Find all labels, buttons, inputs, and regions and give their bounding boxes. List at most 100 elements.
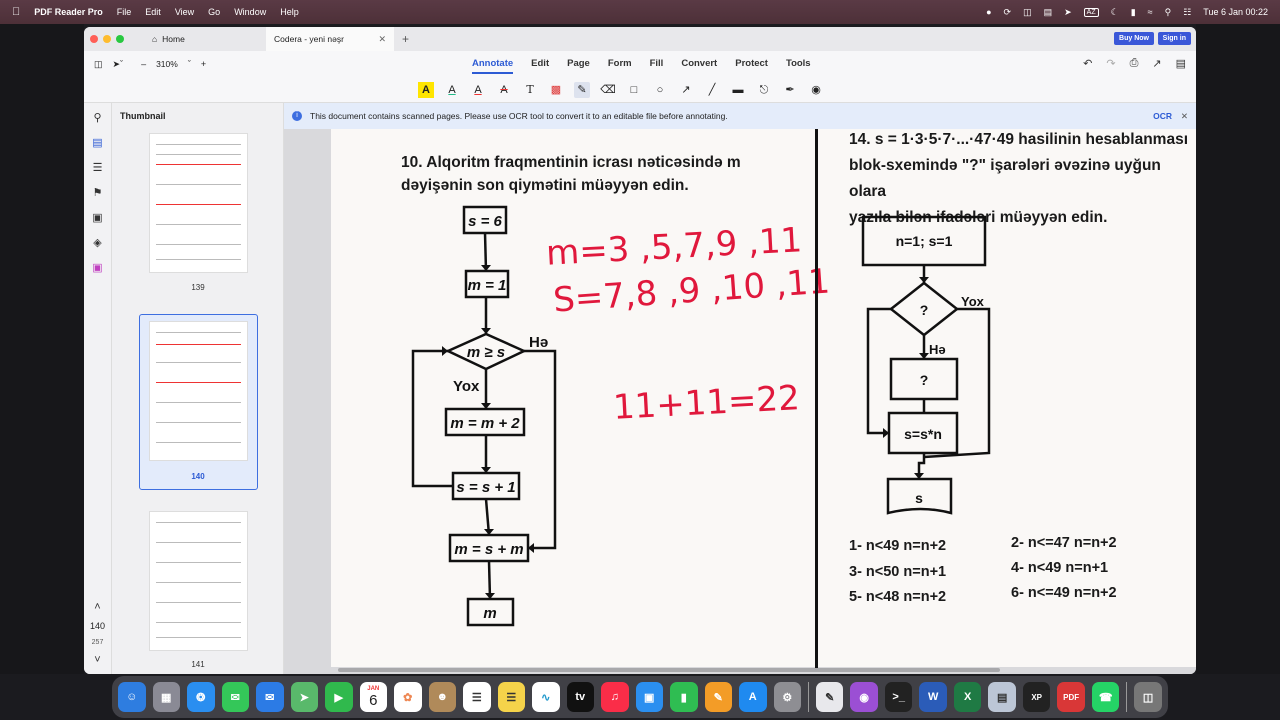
ocr-button[interactable]: OCR [1153,111,1172,121]
menu-go[interactable]: Go [208,7,220,17]
rectangle-tool-icon[interactable]: □ [626,82,642,98]
underline-tool-icon[interactable]: A [444,82,460,98]
zoom-in-button[interactable]: + [201,59,206,69]
page-up-icon[interactable]: ˄ [94,601,100,613]
outline-icon[interactable]: ☰ [93,161,103,174]
thumbnail-icon[interactable]: ▤ [92,136,102,149]
whatsapp-icon[interactable]: ☎ [1091,682,1120,712]
eye-icon[interactable]: ◉ [808,82,824,98]
podcasts-icon[interactable]: ◉ [850,682,878,712]
menu-edit[interactable]: Edit [145,7,161,17]
tab-tools[interactable]: Tools [786,58,811,74]
close-window-button[interactable] [90,35,98,43]
sidebar-toggle-icon[interactable]: ◫ [94,59,103,70]
chevron-down-icon[interactable]: ˇ [188,59,191,69]
current-page-number[interactable]: 140 [90,621,105,631]
sign-in-button[interactable]: Sign in [1157,32,1191,45]
tab-annotate[interactable]: Annotate [472,58,514,74]
zoom-level[interactable]: 310% [156,59,178,69]
word-icon[interactable]: W [919,682,947,712]
stamp-tool-icon[interactable]: ⎋ [756,82,772,98]
excel-icon[interactable]: X [953,682,982,712]
search-icon[interactable]: ⚲ [1165,7,1172,18]
layers-icon[interactable]: ◈ [93,236,101,249]
apple-tv-icon[interactable]: tv [566,682,594,712]
keynote-icon[interactable]: ▣ [635,682,663,712]
safari-icon[interactable]: ❂ [187,682,215,712]
thumbnail-page-140[interactable] [149,321,248,461]
freeform-icon[interactable]: ∿ [532,682,560,712]
finder-icon[interactable]: ☺ [118,682,146,712]
link-tool-icon[interactable]: ▬ [730,82,746,98]
maps-icon[interactable]: ➤ [290,682,318,712]
tab-page[interactable]: Page [567,58,590,74]
arrow-tool-icon[interactable]: ↗ [678,82,694,98]
zoom-out-button[interactable]: – [141,59,146,69]
new-tab-button[interactable]: + [402,32,409,46]
signature-tool-icon[interactable]: ✒ [782,82,798,98]
highlight-tool-icon[interactable]: A [418,82,434,98]
pdf-reader-icon[interactable]: ✎ [815,682,844,712]
search-icon[interactable]: ⚲ [93,111,101,124]
contacts-icon[interactable]: ☻ [428,682,456,712]
redo-icon[interactable]: ↷ [1106,57,1115,70]
clock[interactable]: Tue 6 Jan 00:22 [1203,7,1268,17]
pointer-tool-icon[interactable]: ➤ˇ [113,59,124,70]
music-icon[interactable]: ♫ [601,682,629,712]
horizontal-scrollbar[interactable] [338,668,1000,672]
note-tool-icon[interactable]: ▩ [548,82,564,98]
close-notice-icon[interactable]: ✕ [1181,111,1188,122]
trash-icon[interactable]: ◫ [1134,682,1162,712]
app-store-icon[interactable]: A [739,682,767,712]
reminders-icon[interactable]: ☰ [463,682,491,712]
tab-form[interactable]: Form [608,58,632,74]
minimize-window-button[interactable] [103,35,111,43]
mail-icon[interactable]: ✉ [256,682,284,712]
tab-home[interactable]: ⌂ Home [144,27,216,51]
buy-now-button[interactable]: Buy Now [1114,32,1154,45]
tab-fill[interactable]: Fill [650,58,664,74]
line-tool-icon[interactable]: ╱ [704,82,720,98]
undo-icon[interactable]: ↶ [1083,57,1092,70]
tab-protect[interactable]: Protect [735,58,768,74]
control-center-icon[interactable]: ☷ [1183,7,1191,18]
settings-icon[interactable]: ⚙ [773,682,801,712]
thumbnail-page-139[interactable] [149,133,248,273]
tab-convert[interactable]: Convert [681,58,717,74]
keyboard-layout[interactable]: AZ [1083,7,1099,17]
tab-edit[interactable]: Edit [531,58,549,74]
pen-tool-icon[interactable]: ✎ [574,82,590,98]
apple-icon[interactable]:  [12,6,20,18]
sync-icon[interactable]: ⟳ [1004,7,1012,18]
page-down-icon[interactable]: ˅ [94,654,100,666]
pages-icon[interactable]: ✎ [704,682,732,712]
eraser-tool-icon[interactable]: ⌫ [600,82,616,98]
menu-window[interactable]: Window [234,7,266,17]
notes-icon[interactable]: ☰ [497,682,525,712]
messages-icon[interactable]: ✉ [221,682,249,712]
zoom-window-button[interactable] [116,35,124,43]
print-icon[interactable]: ⎙ [1130,57,1139,70]
photos-icon[interactable]: ✿ [394,682,422,712]
annotation-list-icon[interactable]: ▣ [92,211,102,224]
xp-pen-icon[interactable]: XP [1022,682,1051,712]
preview-icon[interactable]: ▤ [988,682,1016,712]
moon-icon[interactable]: ☾ [1111,7,1119,18]
pdf-icon[interactable]: PDF [1057,682,1085,712]
strikeout-tool-icon[interactable]: A [496,82,512,98]
app-name[interactable]: PDF Reader Pro [34,7,103,17]
battery-icon[interactable]: ▮ [1131,7,1136,18]
share-icon[interactable]: ➤ [1064,7,1072,18]
ai-icon[interactable]: ▣ [92,261,102,274]
clipboard-icon[interactable]: ◫ [1023,7,1032,18]
record-icon[interactable]: ● [986,7,991,17]
calendar-icon[interactable]: JAN 6 [359,682,387,712]
wifi-icon[interactable]: ≈ [1148,7,1153,17]
pdf-page[interactable]: 10. Alqoritm fraqmentinin icrası nəticəs… [331,129,1196,669]
facetime-icon[interactable]: ▶ [325,682,353,712]
layout-icon[interactable]: ▤ [1176,57,1186,70]
menu-view[interactable]: View [175,7,194,17]
menu-file[interactable]: File [117,7,132,17]
menu-help[interactable]: Help [280,7,299,17]
terminal-icon[interactable]: >_ [884,682,913,712]
